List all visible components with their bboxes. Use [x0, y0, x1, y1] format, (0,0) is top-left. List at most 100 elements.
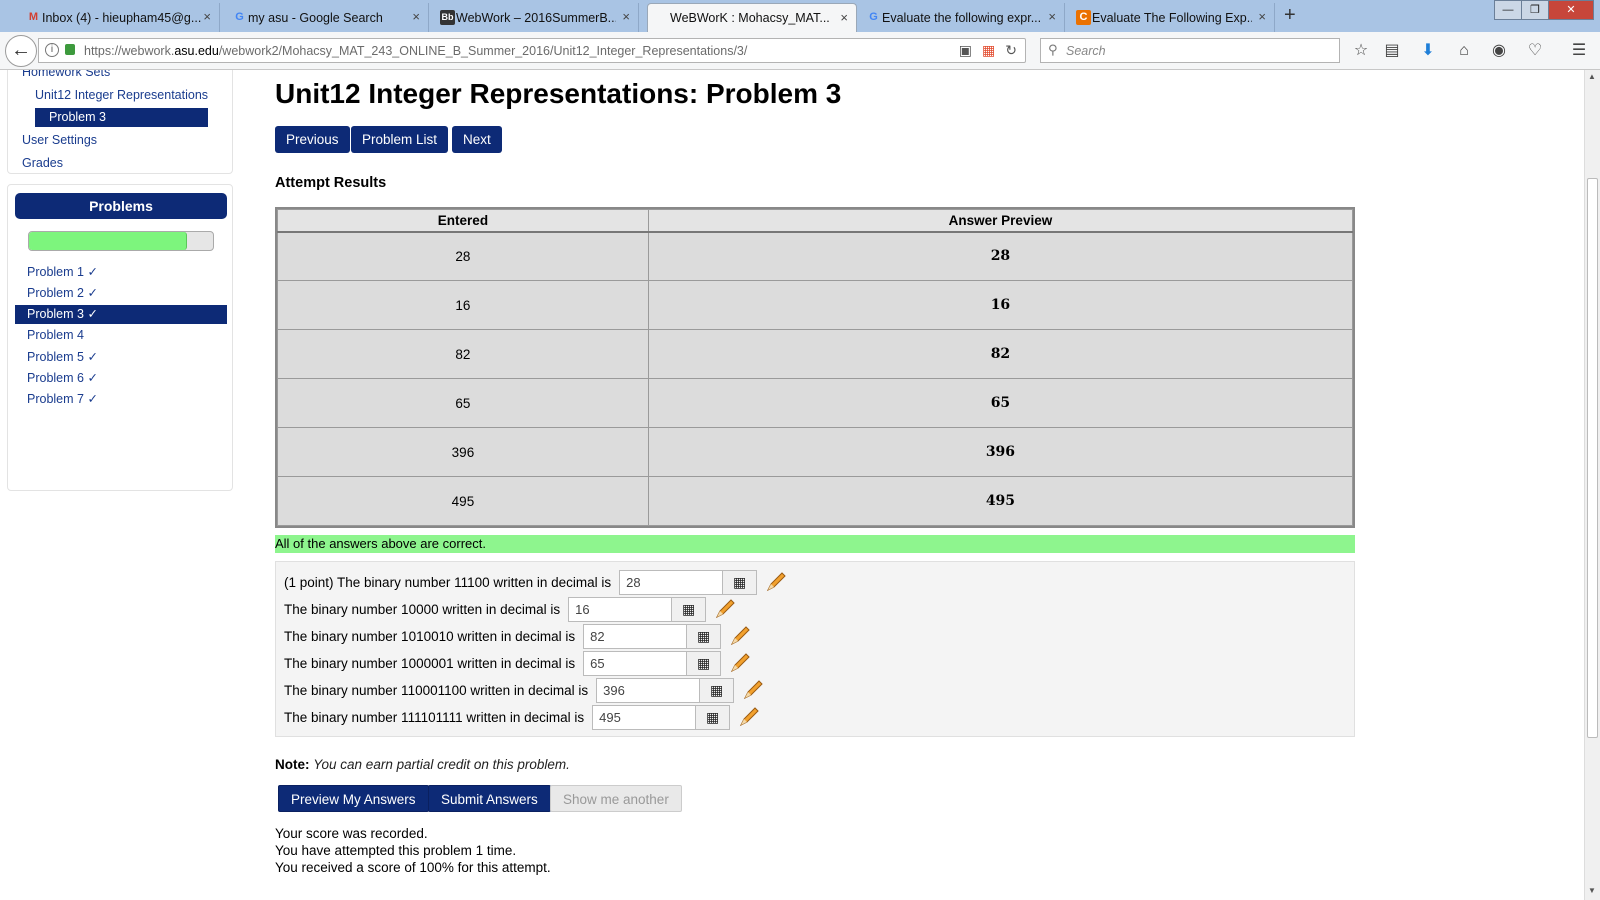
tab-google-search[interactable]: G my asu - Google Search ×: [226, 3, 429, 32]
problem-link-3-active[interactable]: Problem 3 ✓: [15, 305, 227, 324]
equation-editor-grid-icon[interactable]: ▦: [723, 569, 758, 595]
blackboard-icon: Bb: [440, 10, 455, 25]
answer-input[interactable]: 28: [619, 569, 724, 595]
entered-cell: 28: [277, 231, 649, 281]
search-placeholder: Search: [1066, 44, 1106, 58]
close-tab-icon[interactable]: ×: [622, 9, 630, 24]
menu-icon[interactable]: ☰: [1569, 41, 1589, 61]
problem-link-6[interactable]: Problem 6 ✓: [27, 370, 98, 385]
table-row: 65 65: [277, 378, 1354, 428]
pencil-icon[interactable]: [729, 625, 751, 647]
page-title: Unit12 Integer Representations: Problem …: [275, 78, 842, 109]
preview-answers-button[interactable]: Preview My Answers: [278, 785, 429, 812]
bookmark-star-icon[interactable]: ☆: [1351, 41, 1371, 61]
question-text: The binary number 110001100 written in d…: [284, 682, 589, 698]
pencil-icon[interactable]: [765, 571, 787, 593]
close-tab-icon[interactable]: ×: [1258, 9, 1266, 24]
info-icon[interactable]: i: [45, 43, 59, 57]
entered-cell: 396: [277, 427, 649, 477]
progress-bar: [28, 231, 214, 251]
question-text: (1 point) The binary number 11100 writte…: [284, 574, 612, 590]
pocket-icon[interactable]: ♡: [1525, 41, 1545, 61]
home-icon[interactable]: ⌂: [1454, 41, 1474, 61]
entered-cell: 495: [277, 476, 649, 526]
problem-link-7[interactable]: Problem 7 ✓: [27, 391, 98, 406]
page-scrollbar[interactable]: ▲ ▼: [1584, 70, 1600, 900]
restore-button[interactable]: ❐: [1521, 0, 1549, 20]
download-icon[interactable]: ⬇: [1418, 41, 1438, 61]
bookmarks-list-icon[interactable]: ▤: [1382, 41, 1402, 61]
tab-webwork-active[interactable]: WeBWorK : Mohacsy_MAT... ×: [647, 3, 857, 32]
close-tab-icon[interactable]: ×: [840, 10, 848, 25]
equation-editor-grid-icon[interactable]: ▦: [687, 650, 722, 676]
entered-cell: 65: [277, 378, 649, 428]
problem-link-5[interactable]: Problem 5 ✓: [27, 349, 98, 364]
homework-sets-link[interactable]: Homework Sets: [22, 70, 110, 79]
attempt-results-table: Entered Answer Preview 28 28 16 16 82 82: [275, 207, 1355, 528]
entered-cell: 16: [277, 280, 649, 330]
preview-cell: 65: [647, 378, 1354, 428]
previous-button[interactable]: Previous: [275, 126, 350, 153]
user-settings-link[interactable]: User Settings: [22, 133, 97, 147]
tab-blackboard[interactable]: Bb WebWork – 2016SummerB... ×: [434, 3, 639, 32]
chat-icon[interactable]: ◉: [1489, 41, 1509, 61]
grades-link[interactable]: Grades: [22, 156, 63, 170]
column-header-answer-preview: Answer Preview: [647, 209, 1354, 233]
all-correct-message: All of the answers above are correct.: [275, 535, 1355, 553]
scroll-down-icon[interactable]: ▼: [1588, 886, 1596, 895]
equation-editor-grid-icon[interactable]: ▦: [696, 704, 731, 730]
answer-input[interactable]: 396: [596, 677, 701, 703]
problem-link-2[interactable]: Problem 2 ✓: [27, 285, 98, 300]
back-arrow-icon[interactable]: ←: [5, 35, 37, 67]
reader-view-icon[interactable]: ▣: [959, 42, 972, 59]
answer-input[interactable]: 16: [568, 596, 673, 622]
minimize-button[interactable]: —: [1494, 0, 1522, 20]
tab-evaluate-google[interactable]: G Evaluate the following expr... ×: [860, 3, 1065, 32]
set-link-unit12[interactable]: Unit12 Integer Representations: [35, 88, 208, 102]
url-bar[interactable]: i https://webwork.asu.edu/webwork2/Mohac…: [38, 38, 1026, 63]
close-tab-icon[interactable]: ×: [412, 9, 420, 24]
attempt-results-heading: Attempt Results: [275, 175, 387, 191]
answer-input[interactable]: 495: [592, 704, 697, 730]
equation-editor-grid-icon[interactable]: ▦: [700, 677, 735, 703]
problem-body: (1 point) The binary number 11100 writte…: [275, 561, 1355, 737]
column-header-entered: Entered: [277, 209, 649, 233]
current-problem-link[interactable]: Problem 3: [35, 108, 208, 127]
score-message: You received a score of 100% for this at…: [275, 860, 551, 875]
problem-link-4[interactable]: Problem 4: [27, 328, 84, 342]
equation-editor-grid-icon[interactable]: ▦: [687, 623, 722, 649]
new-tab-button[interactable]: +: [1284, 4, 1296, 27]
problem-link-1[interactable]: Problem 1 ✓: [27, 264, 98, 279]
reload-icon[interactable]: ↻: [1005, 42, 1017, 59]
search-icon: ⚲: [1048, 42, 1058, 57]
answer-input[interactable]: 82: [583, 623, 688, 649]
close-tab-icon[interactable]: ×: [203, 9, 211, 24]
gmail-icon: M: [28, 11, 39, 23]
tab-title: my asu - Google Search: [248, 10, 383, 25]
submit-answers-button[interactable]: Submit Answers: [428, 785, 551, 812]
scroll-up-icon[interactable]: ▲: [1588, 72, 1596, 81]
close-tab-icon[interactable]: ×: [1048, 9, 1056, 24]
question-text: The binary number 1000001 written in dec…: [284, 655, 576, 671]
partial-credit-note: Note: You can earn partial credit on thi…: [275, 757, 570, 772]
next-button[interactable]: Next: [452, 126, 502, 153]
question-text: The binary number 111101111 written in d…: [284, 709, 585, 725]
pencil-icon[interactable]: [729, 652, 751, 674]
question-text: The binary number 1010010 written in dec…: [284, 628, 576, 644]
pencil-icon[interactable]: [714, 598, 736, 620]
scrollbar-thumb[interactable]: [1587, 178, 1598, 738]
browser-nav-bar: ← i https://webwork.asu.edu/webwork2/Moh…: [0, 32, 1600, 70]
tab-evaluate-chegg[interactable]: C Evaluate The Following Exp... ×: [1070, 3, 1275, 32]
search-box[interactable]: ⚲ Search: [1040, 38, 1340, 63]
problem-list-button[interactable]: Problem List: [351, 126, 449, 153]
entered-cell: 82: [277, 329, 649, 379]
pencil-icon[interactable]: [742, 679, 764, 701]
page-viewport: Homework Sets Unit12 Integer Representat…: [0, 70, 1584, 900]
close-window-button[interactable]: ✕: [1548, 0, 1594, 20]
pencil-icon[interactable]: [738, 706, 760, 728]
url-text[interactable]: https://webwork.asu.edu/webwork2/Mohacsy…: [84, 44, 747, 58]
equation-editor-grid-icon[interactable]: ▦: [672, 596, 707, 622]
answer-input[interactable]: 65: [583, 650, 688, 676]
tab-gmail[interactable]: M Inbox (4) - hieupham45@g... ×: [20, 3, 220, 32]
extension-icon[interactable]: ▦: [982, 42, 995, 59]
